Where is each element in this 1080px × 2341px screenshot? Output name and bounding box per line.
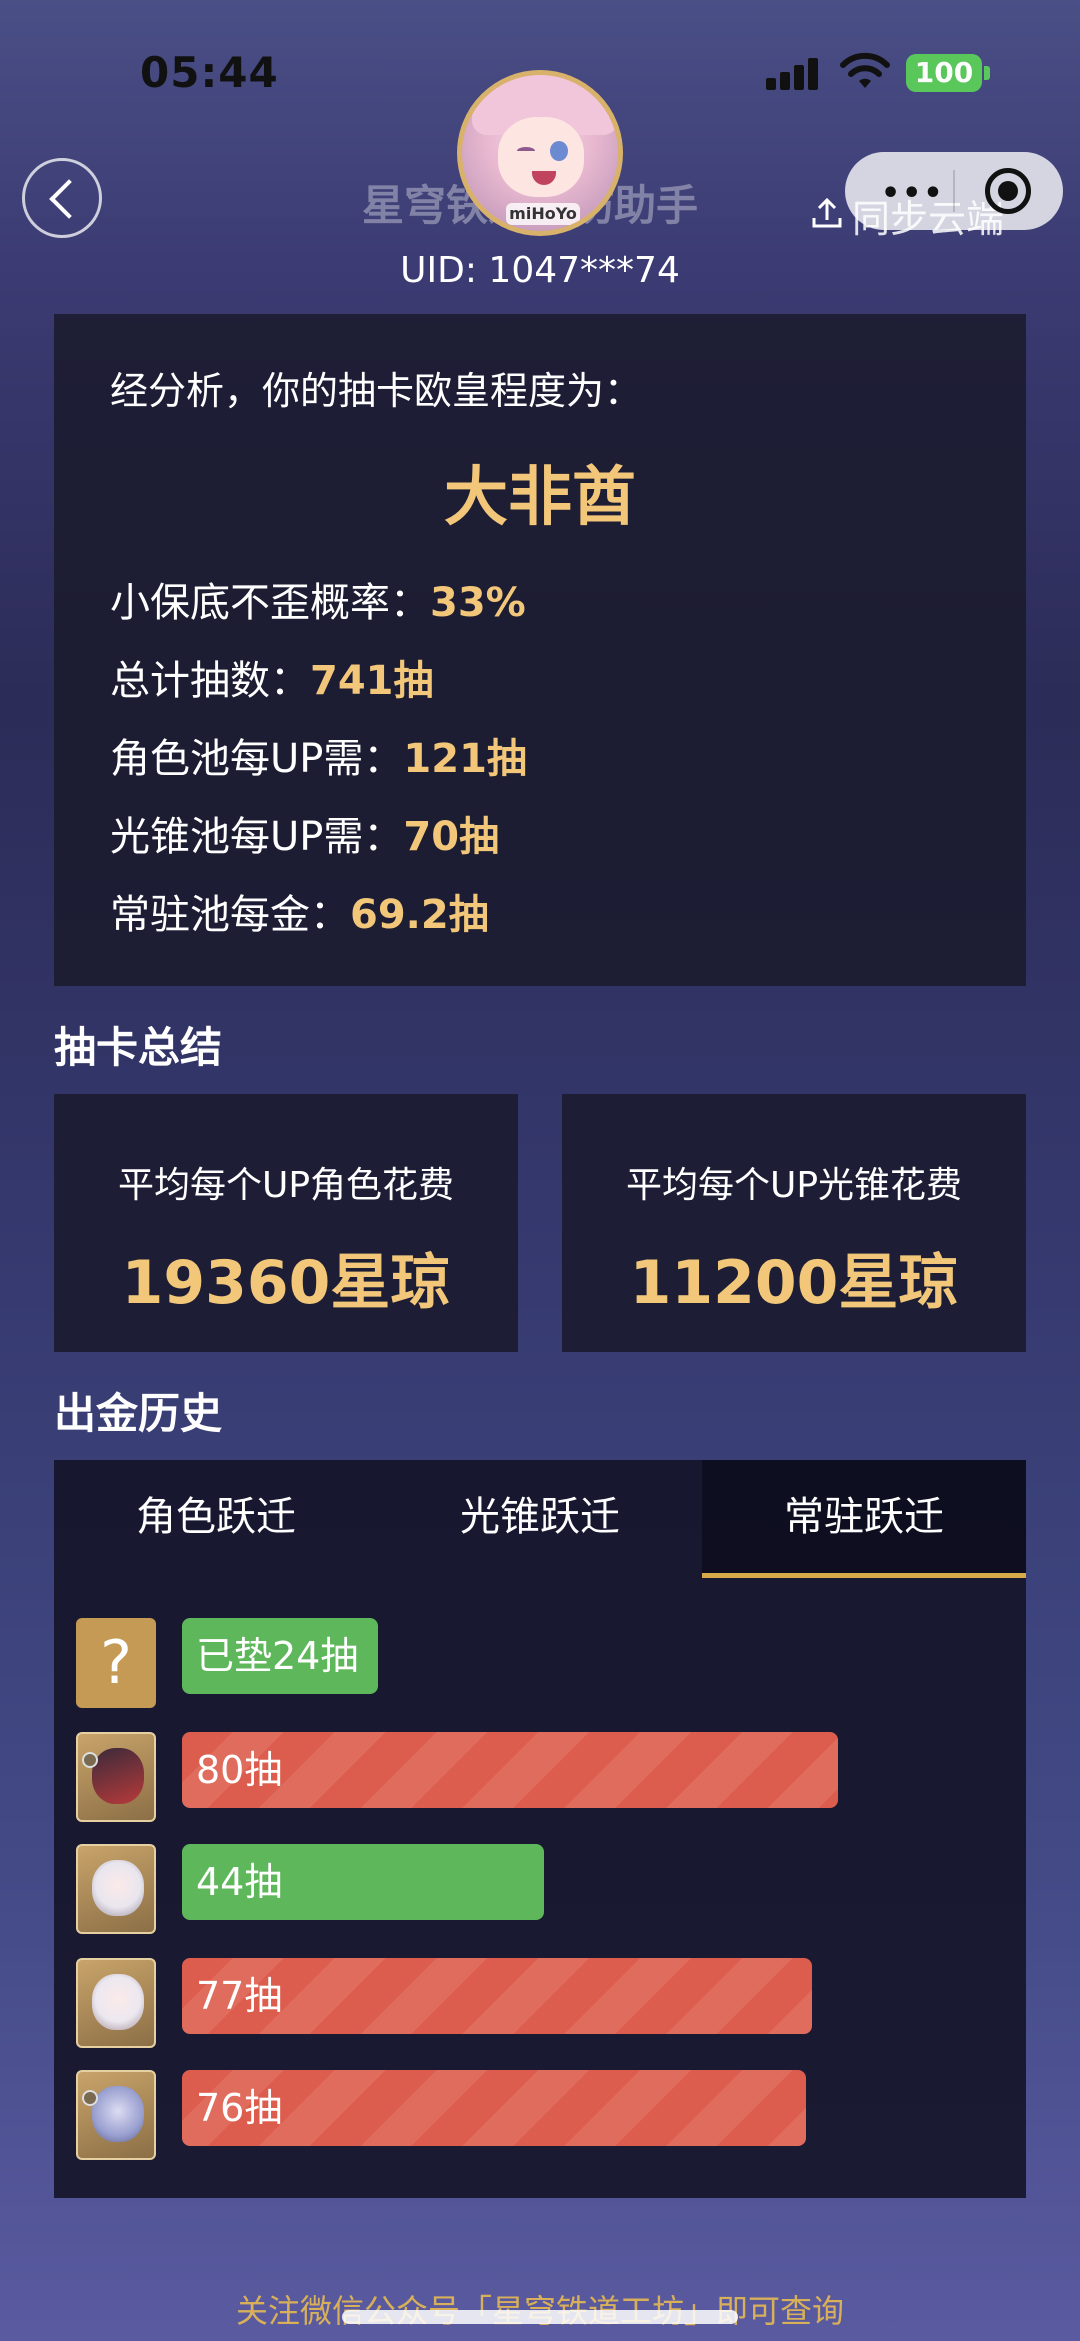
pull-count-bar: 77抽 bbox=[182, 1958, 812, 2034]
character-portrait-icon bbox=[76, 2070, 156, 2160]
stat-label: 角色池每UP需： bbox=[110, 736, 404, 782]
user-avatar[interactable]: miHoYo bbox=[457, 70, 623, 236]
wifi-icon bbox=[840, 52, 890, 88]
stat-row: 常驻池每金：69.2抽 bbox=[110, 882, 489, 940]
character-cost-value: 19360星琼 bbox=[121, 1248, 451, 1318]
pity-bar: 已垫24抽 bbox=[182, 1618, 378, 1694]
portrait-figure bbox=[92, 2086, 144, 2142]
lightcone-cost-value: 11200星琼 bbox=[629, 1248, 959, 1318]
luck-rating: 大非酋 bbox=[444, 461, 636, 535]
battery-icon: 100 bbox=[906, 54, 982, 92]
analysis-intro: 经分析，你的抽卡欧皇程度为： bbox=[110, 369, 643, 413]
summary-section-title: 抽卡总结 bbox=[54, 1023, 223, 1072]
back-button[interactable] bbox=[22, 158, 102, 238]
history-section-title: 出金历史 bbox=[54, 1389, 223, 1438]
home-indicator[interactable] bbox=[342, 2310, 738, 2324]
lightcone-cost-label: 平均每个UP光锥花费 bbox=[625, 1165, 963, 1206]
avatar-eye bbox=[550, 141, 568, 161]
tab-standard-warp[interactable]: 常驻跃迁 bbox=[702, 1460, 1026, 1578]
stat-value: 69.2抽 bbox=[350, 892, 489, 938]
character-portrait-icon bbox=[76, 1844, 156, 1934]
user-uid: UID: 1047***74 bbox=[400, 250, 680, 291]
avatar-face bbox=[498, 117, 584, 197]
tab-character-warp[interactable]: 角色跃迁 bbox=[54, 1460, 378, 1578]
portrait-figure bbox=[92, 1748, 144, 1804]
stat-label: 光锥池每UP需： bbox=[110, 814, 404, 860]
banner-tabs: 角色跃迁 光锥跃迁 常驻跃迁 bbox=[54, 1460, 1026, 1578]
miniprogram-capsule: ••• bbox=[845, 152, 1063, 230]
stat-value: 121抽 bbox=[403, 736, 527, 782]
status-time: 05:44 bbox=[140, 48, 279, 97]
pull-count-bar: 76抽 bbox=[182, 2070, 806, 2146]
portrait-figure bbox=[92, 1974, 144, 2030]
stat-row: 小保底不歪概率：33% bbox=[110, 570, 526, 628]
character-cost-label: 平均每个UP角色花费 bbox=[117, 1165, 455, 1206]
tab-lightcone-warp[interactable]: 光锥跃迁 bbox=[378, 1460, 702, 1578]
character-portrait-icon bbox=[76, 1732, 156, 1822]
stat-row: 光锥池每UP需：70抽 bbox=[110, 804, 499, 862]
stat-value: 741抽 bbox=[310, 658, 434, 704]
stat-value: 70抽 bbox=[403, 814, 500, 860]
portrait-figure bbox=[92, 1860, 144, 1916]
character-portrait-icon bbox=[76, 1958, 156, 2048]
upload-icon[interactable] bbox=[810, 196, 844, 230]
cellular-signal-icon bbox=[766, 58, 820, 90]
close-miniprogram-icon[interactable] bbox=[985, 168, 1031, 214]
luck-analysis-card: 经分析，你的抽卡欧皇程度为： 大非酋 小保底不歪概率：33% 总计抽数：741抽… bbox=[54, 314, 1026, 986]
rarity-badge-icon bbox=[82, 2090, 98, 2106]
more-menu-icon[interactable]: ••• bbox=[881, 176, 945, 211]
pull-count-bar: 44抽 bbox=[182, 1844, 544, 1920]
rarity-badge-icon bbox=[82, 1752, 98, 1768]
stat-value: 33% bbox=[430, 580, 526, 626]
battery-tip bbox=[984, 66, 990, 80]
footer-notice: 关注微信公众号「星穹铁道工坊」即可查询 bbox=[0, 2286, 1080, 2332]
stat-row: 角色池每UP需：121抽 bbox=[110, 726, 527, 784]
stat-label: 总计抽数： bbox=[110, 658, 310, 704]
stat-label: 常驻池每金： bbox=[110, 892, 350, 938]
pull-count-bar: 80抽 bbox=[182, 1732, 838, 1808]
question-mark-icon: ? bbox=[76, 1618, 156, 1708]
stat-row: 总计抽数：741抽 bbox=[110, 648, 434, 706]
capsule-divider bbox=[953, 170, 955, 212]
character-cost-card: 平均每个UP角色花费 19360星琼 bbox=[54, 1094, 518, 1352]
lightcone-cost-card: 平均每个UP光锥花费 11200星琼 bbox=[562, 1094, 1026, 1352]
avatar-eye-wink bbox=[517, 147, 535, 155]
pull-history-panel: 角色跃迁 光锥跃迁 常驻跃迁 ? 已垫24抽 80抽 44抽 77抽 76抽 bbox=[54, 1460, 1026, 2198]
mihoyo-logo: miHoYo bbox=[506, 203, 580, 225]
stat-label: 小保底不歪概率： bbox=[110, 580, 430, 626]
